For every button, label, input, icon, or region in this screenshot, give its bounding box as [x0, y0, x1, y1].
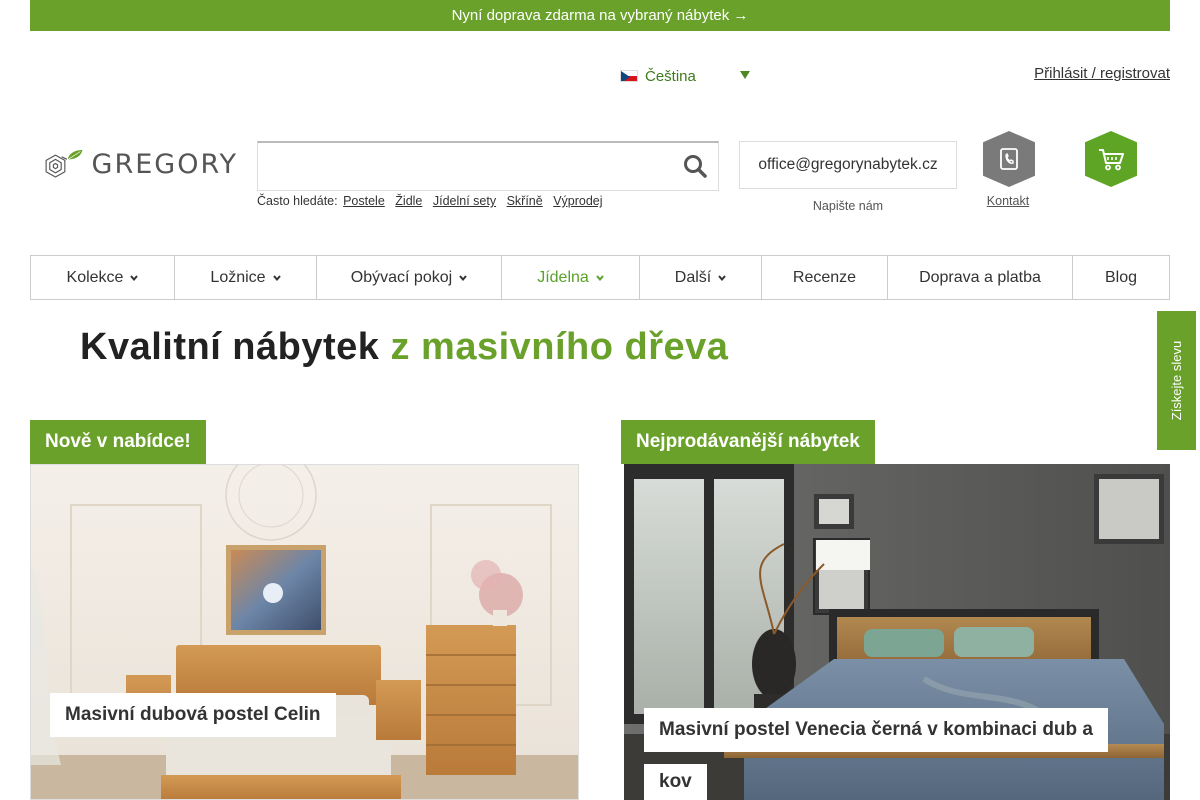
- chevron-down-icon: [596, 274, 604, 281]
- nav-label: Doprava a platba: [919, 268, 1041, 286]
- chevron-down-icon: [272, 274, 281, 281]
- main-navigation: Kolekce Ložnice Obývací pokoj Jídelna Da…: [30, 255, 1170, 300]
- often-link-skrine[interactable]: Skříně: [507, 194, 543, 208]
- nav-label: Ložnice: [210, 268, 266, 286]
- contact-book-icon: [1000, 148, 1018, 170]
- discount-side-tab[interactable]: Získejte slevu: [1157, 311, 1196, 450]
- chevron-down-icon: [459, 274, 467, 281]
- nav-label: Blog: [1104, 268, 1138, 286]
- contact-button[interactable]: [983, 131, 1035, 187]
- logo-wordmark: GREGORY: [91, 148, 238, 180]
- nav-label: Další: [674, 268, 712, 286]
- headline-part2: z masivního dřeva: [390, 326, 729, 368]
- bestseller-tag: Nejprodávanější nábytek: [621, 420, 875, 464]
- promo-banner[interactable]: Nyní doprava zdarma na vybraný nábytek →: [30, 0, 1170, 31]
- nav-label: Kolekce: [66, 268, 124, 286]
- nav-item-kolekce[interactable]: Kolekce: [30, 255, 174, 300]
- search-input[interactable]: [258, 143, 678, 189]
- search-bar: [257, 141, 719, 191]
- email-address[interactable]: office@gregorynabytek.cz: [758, 156, 937, 174]
- often-searched: Často hledáte: Postele Židle Jídelní set…: [257, 194, 603, 208]
- caret-down-icon: [740, 71, 750, 79]
- contact-link[interactable]: Kontakt: [982, 194, 1034, 208]
- headline-part1: Kvalitní nábytek: [80, 326, 391, 368]
- cart-button[interactable]: [1085, 131, 1137, 187]
- nav-label: Obývací pokoj: [350, 268, 453, 286]
- language-selector[interactable]: Čeština: [620, 64, 750, 88]
- new-product-image[interactable]: [30, 464, 579, 800]
- nav-label: Jídelna: [537, 268, 589, 286]
- search-icon: [684, 155, 707, 178]
- nav-item-recenze[interactable]: Recenze: [761, 255, 887, 300]
- nav-item-doprava-a-platba[interactable]: Doprava a platba: [887, 255, 1072, 300]
- tag-label: Nejprodávanější nábytek: [636, 431, 860, 452]
- nav-item-obyvaci-pokoj[interactable]: Obývací pokoj: [316, 255, 501, 300]
- product-caption-celin[interactable]: Masivní dubová postel Celin: [50, 693, 336, 737]
- product-caption-venecia[interactable]: Masivní postel Venecia černá v kombinaci…: [644, 708, 1108, 752]
- caption-text-line1[interactable]: Masivní postel Venecia černá v kombinaci…: [659, 719, 1093, 741]
- czech-flag-icon: [620, 70, 638, 82]
- caption-text[interactable]: Masivní dubová postel Celin: [65, 704, 321, 726]
- tag-label: Nově v nabídce!: [45, 431, 191, 452]
- often-link-postele[interactable]: Postele: [343, 194, 385, 208]
- gregory-logo-icon: [45, 149, 83, 178]
- email-subtitle: Napište nám: [812, 199, 884, 213]
- chevron-down-icon: [130, 274, 139, 281]
- often-link-zidle[interactable]: Židle: [395, 194, 422, 208]
- nav-item-loznice[interactable]: Ložnice: [174, 255, 316, 300]
- often-link-vyprodej[interactable]: Výprodej: [553, 194, 602, 208]
- site-logo[interactable]: GREGORY: [43, 135, 238, 193]
- search-button[interactable]: [680, 151, 710, 181]
- language-label: Čeština: [645, 67, 696, 85]
- often-link-jidelni-sety[interactable]: Jídelní sety: [433, 194, 496, 208]
- often-searched-label: Často hledáte:: [257, 194, 338, 208]
- side-tab-label: Získejte slevu: [1169, 340, 1185, 421]
- bedroom-photo-light: [31, 465, 578, 799]
- email-contact-box[interactable]: office@gregorynabytek.cz: [739, 141, 957, 189]
- page-headline: Kvalitní nábytek z masivního dřeva: [80, 326, 728, 369]
- product-caption-venecia-line2[interactable]: kov: [644, 764, 707, 800]
- nav-item-jidelna[interactable]: Jídelna: [501, 255, 639, 300]
- caption-text-line2[interactable]: kov: [659, 771, 692, 793]
- promo-text[interactable]: Nyní doprava zdarma na vybraný nábytek →: [452, 7, 749, 24]
- login-register-link[interactable]: Přihlásit / registrovat: [1034, 65, 1170, 82]
- nav-label: Recenze: [792, 268, 857, 286]
- new-in-offer-tag: Nově v nabídce!: [30, 420, 206, 464]
- chevron-down-icon: [718, 274, 726, 281]
- cart-icon: [1099, 149, 1124, 171]
- nav-item-dalsi[interactable]: Další: [639, 255, 761, 300]
- nav-item-blog[interactable]: Blog: [1072, 255, 1170, 300]
